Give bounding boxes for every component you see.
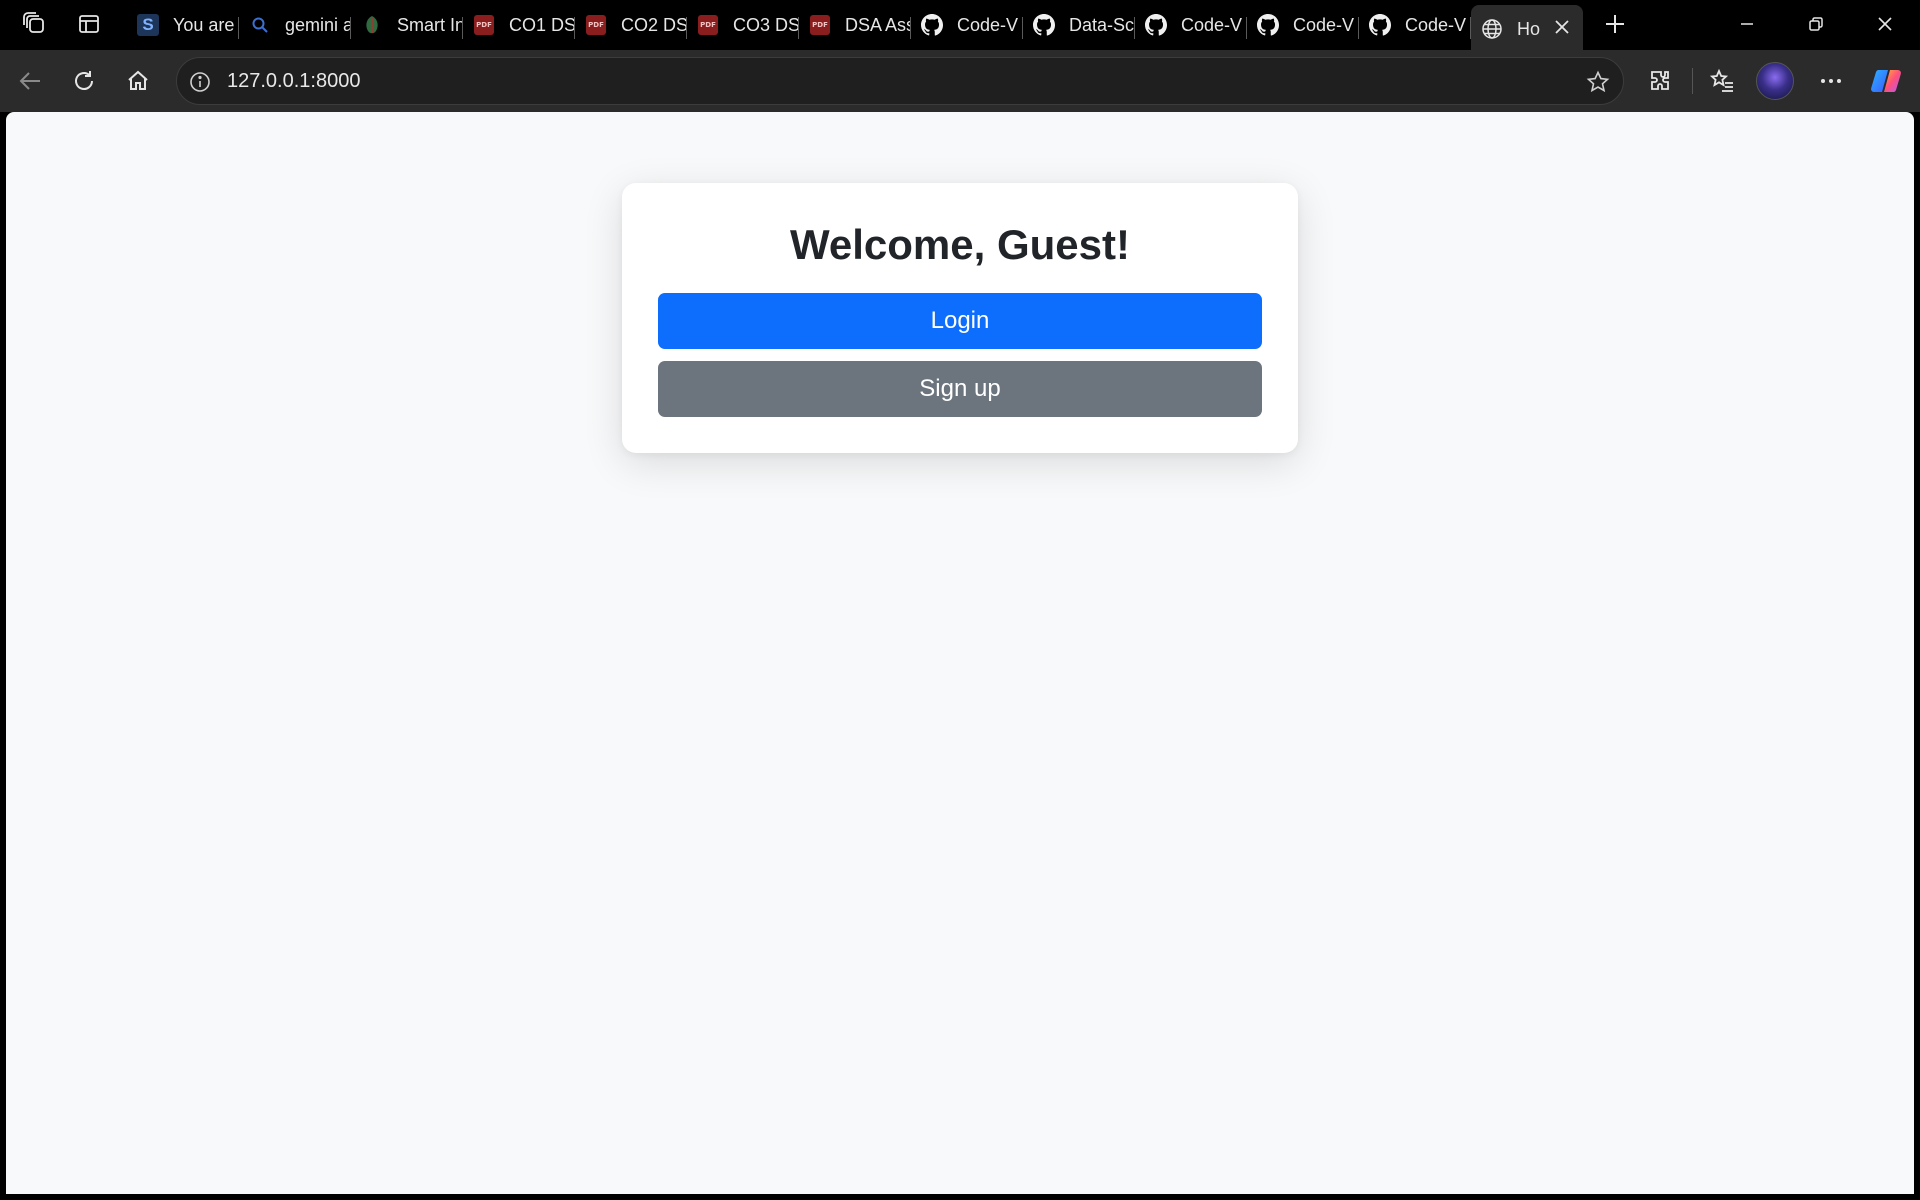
tab-label: Data-Sc [1069,14,1135,35]
search-icon [249,14,271,36]
home-button[interactable] [118,61,158,101]
tab-actions-icon[interactable] [70,6,108,42]
s-app-icon: S [137,14,159,36]
tab-label: CO2 DS [621,14,687,35]
browser-tab[interactable]: PDF CO3 DS [687,5,799,45]
address-url[interactable]: 127.0.0.1:8000 [227,70,360,93]
site-info-icon[interactable] [187,69,213,95]
favorite-star-icon[interactable] [1585,69,1611,95]
signup-button[interactable]: Sign up [658,361,1262,417]
pdf-icon: PDF [697,14,719,36]
leaf-icon [361,14,383,36]
browser-tab-active[interactable]: Ho [1471,5,1583,53]
tab-label: Code-V [1405,14,1467,35]
tab-label: CO1 DS [509,14,575,35]
copilot-icon[interactable] [1866,61,1906,101]
tab-label: CO3 DS [733,14,799,35]
browser-tab[interactable]: Code-V [1359,5,1471,45]
tab-list: S You are gemini a Smart In PDF CO1 DS PDF CO2 … [127,3,1583,53]
login-button[interactable]: Login [658,293,1262,349]
minimize-button[interactable] [1714,0,1780,48]
toolbar-separator [1692,68,1693,94]
github-icon [1033,14,1055,36]
github-icon [1257,14,1279,36]
close-tab-icon[interactable] [1553,18,1571,36]
more-options-icon[interactable] [1811,61,1851,101]
welcome-card: Welcome, Guest! Login Sign up [622,183,1298,453]
browser-tab[interactable]: PDF CO2 DS [575,5,687,45]
browser-tab[interactable]: gemini a [239,5,351,45]
restore-button[interactable] [1783,0,1849,48]
tab-label: Ho [1517,18,1541,39]
browser-tab[interactable]: PDF DSA Ass [799,5,911,45]
browser-tab[interactable]: Data-Sc [1023,5,1135,45]
profile-avatar[interactable] [1756,62,1794,100]
address-bar[interactable]: 127.0.0.1:8000 [176,57,1624,105]
browser-tab[interactable]: S You are [127,5,239,45]
browser-toolbar: 127.0.0.1:8000 [0,50,1920,112]
github-icon [1145,14,1167,36]
extensions-icon[interactable] [1640,61,1680,101]
tab-label: You are [173,14,235,35]
favorites-icon[interactable] [1702,61,1742,101]
browser-tab[interactable]: PDF CO1 DS [463,5,575,45]
tab-label: gemini a [285,14,351,35]
back-button[interactable] [10,61,50,101]
pdf-icon: PDF [473,14,495,36]
browser-tab[interactable]: Smart In [351,5,463,45]
browser-tab[interactable]: Code-V [1247,5,1359,45]
github-icon [921,14,943,36]
pdf-icon: PDF [809,14,831,36]
workspaces-icon[interactable] [16,6,54,42]
page-title: Welcome, Guest! [790,221,1130,268]
browser-tab[interactable]: Code-V [1135,5,1247,45]
page-content: Welcome, Guest! Login Sign up [6,112,1914,1194]
tab-label: DSA Ass [845,14,911,35]
close-window-button[interactable] [1852,0,1918,48]
tab-label: Smart In [397,14,463,35]
github-icon [1369,14,1391,36]
tab-label: Code-V [957,14,1019,35]
tab-strip: S You are gemini a Smart In PDF CO1 DS PDF CO2 … [0,0,1920,53]
globe-icon [1481,18,1503,40]
tab-label: Code-V [1293,14,1355,35]
pdf-icon: PDF [585,14,607,36]
tab-label: Code-V [1181,14,1243,35]
browser-tab[interactable]: Code-V [911,5,1023,45]
new-tab-button[interactable] [1596,6,1634,42]
refresh-button[interactable] [64,61,104,101]
